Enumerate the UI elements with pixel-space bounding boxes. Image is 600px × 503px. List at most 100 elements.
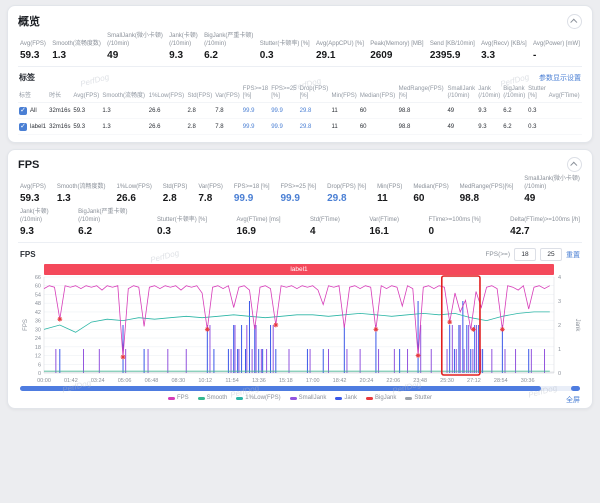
fps-chart: label1 061218243036424854606601234FPSJan… — [20, 264, 580, 385]
metric-fps-ge-18: FPS>=18 [%]99.9 — [234, 176, 270, 204]
row-checkbox[interactable]: ✓ — [19, 107, 27, 115]
svg-text:66: 66 — [35, 275, 41, 281]
svg-text:30: 30 — [35, 328, 41, 334]
labels-table-wrap: 标签时长Avg(FPS)Smooth(流畅度)1%Low(FPS)Std(FPS… — [18, 84, 582, 135]
table-cell: 0.3 — [527, 119, 547, 135]
svg-text:42: 42 — [35, 310, 41, 316]
metric-value: 9.3 — [20, 226, 49, 237]
metric-delta-ftime: Delta(FTime)>=100ms [/h]42.7 — [510, 209, 580, 237]
fps-threshold-input-1[interactable] — [514, 248, 536, 261]
metric-avg-recv: Avg(Recv) [KB/s]3.3 — [481, 33, 527, 61]
metric-var-fps: Var(FPS)7.8 — [198, 176, 223, 204]
legend-item-smooth[interactable]: Smooth — [198, 395, 228, 401]
metric-peak-memory: Peak(Memory) [MB]2609 — [370, 33, 423, 61]
metric-label: Avg(FPS) — [20, 176, 46, 191]
legend-marker-icon — [198, 397, 205, 400]
metric-label: BigJank(严重卡顿) (/10min) — [204, 33, 253, 48]
labels-table: 标签时长Avg(FPS)Smooth(流畅度)1%Low(FPS)Std(FPS… — [18, 84, 582, 135]
legend-marker-icon — [290, 397, 297, 400]
chart-footer: FPS Smooth 1%Low(FPS) SmallJank Jank BigJank S… — [18, 391, 582, 401]
table-header-cell: Min(FPS) — [330, 84, 358, 103]
legend-label: SmallJank — [299, 395, 327, 401]
legend-marker-icon — [168, 397, 175, 400]
table-cell: 2.8 — [187, 119, 215, 135]
reset-button[interactable]: 重置 — [566, 250, 580, 260]
row-checkbox[interactable]: ✓ — [19, 123, 27, 131]
legend-marker-icon — [236, 397, 243, 400]
row-label: label1 — [30, 124, 46, 130]
table-cell: 11 — [330, 103, 358, 119]
metric-label: Avg(FTime) [ms] — [237, 209, 281, 224]
svg-text:18: 18 — [35, 345, 41, 351]
metric-avg-power: Avg(Power) [mW]- — [533, 33, 580, 61]
fps-header: FPS — [18, 155, 582, 175]
table-cell: 32m16s — [48, 119, 72, 135]
fps-collapse-button[interactable] — [567, 157, 582, 172]
table-cell: 32m16s — [48, 103, 72, 119]
table-row: ✓All32m16s59.31.326.62.87.899.999.929.81… — [18, 103, 582, 119]
legend-item-low_fps[interactable]: 1%Low(FPS) — [236, 395, 280, 401]
table-cell: 49 — [446, 103, 477, 119]
table-cell: 99.9 — [270, 119, 298, 135]
divider — [18, 66, 582, 67]
fps-metrics-row1: Avg(FPS)59.3Smooth(流畅度数)1.31%Low(FPS)26.… — [18, 175, 582, 208]
metric-jank: Jank(卡顿) (/10min)9.3 — [20, 209, 49, 237]
table-cell — [548, 119, 582, 135]
table-cell: 2.8 — [187, 103, 215, 119]
svg-text:12: 12 — [35, 354, 41, 360]
metric-label: Smooth(流畅度数) — [57, 176, 106, 191]
fullscreen-link[interactable]: 全屏 — [566, 395, 580, 405]
metric-label: SmallJank(微小卡顿) (/10min) — [524, 176, 580, 191]
metric-value: 42.7 — [510, 226, 580, 237]
svg-text:10:12: 10:12 — [198, 378, 212, 384]
table-header-cell: Drop(FPS) [%] — [299, 84, 331, 103]
fps-chart-canvas[interactable]: 061218243036424854606601234FPSJank00:000… — [20, 264, 584, 385]
table-cell: 0.3 — [527, 103, 547, 119]
metric-ftime-ge-100: FTime>=100ms [%]0 — [429, 209, 481, 237]
svg-text:03:24: 03:24 — [91, 378, 105, 384]
metric-smalljank: SmallJank(微小卡顿) (/10min) 49 — [107, 33, 163, 61]
table-cell: 59.3 — [72, 103, 101, 119]
table-cell: 98.8 — [398, 119, 447, 135]
overview-header: 概览 — [18, 11, 582, 32]
metric-label: Send [KB/10min] — [430, 33, 475, 48]
table-header-cell: 标签 — [18, 84, 48, 103]
table-header-cell: SmallJank (/10min) — [446, 84, 477, 103]
metric-value: 98.8 — [460, 193, 514, 204]
legend-item-bigjank[interactable]: BigJank — [366, 395, 396, 401]
table-header-cell: FPS>=18 [%] — [242, 84, 270, 103]
metric-stutter: Stutter(卡顿率) [%]0.3 — [157, 209, 207, 237]
table-header-cell: Stutter [%] — [527, 84, 547, 103]
legend-label: Jank — [344, 395, 357, 401]
table-cell: 1.3 — [101, 103, 147, 119]
fps-metrics-row2: Jank(卡顿) (/10min)9.3BigJank(严重卡顿) (/10mi… — [18, 208, 582, 241]
table-header-cell: 时长 — [48, 84, 72, 103]
table-header-cell: Jank (/10min) — [477, 84, 502, 103]
metric-label: Avg(AppCPU) [%] — [316, 33, 364, 48]
legend-item-jank[interactable]: Jank — [335, 395, 357, 401]
legend-item-stutter[interactable]: Stutter — [405, 395, 432, 401]
svg-text:13:36: 13:36 — [252, 378, 266, 384]
overview-collapse-button[interactable] — [567, 14, 582, 29]
metric-label: Jank(卡顿) (/10min) — [169, 33, 198, 48]
metric-label: Avg(FPS) — [20, 33, 46, 48]
svg-text:48: 48 — [35, 302, 41, 308]
svg-text:11:54: 11:54 — [225, 378, 238, 384]
legend-item-fps[interactable]: FPS — [168, 395, 189, 401]
fps-card: FPS Avg(FPS)59.3Smooth(流畅度数)1.31%Low(FPS… — [7, 149, 593, 409]
metric-value: 2609 — [370, 50, 423, 61]
table-cell: 29.8 — [299, 103, 331, 119]
metric-value: 49 — [107, 50, 163, 61]
legend-item-smalljank[interactable]: SmallJank — [290, 395, 327, 401]
metric-value: 4 — [310, 226, 340, 237]
metric-bigjank: BigJank(严重卡顿) (/10min)6.2 — [204, 33, 253, 61]
metric-smooth: Smooth(流畅度数)1.3 — [52, 33, 101, 61]
metric-value: 0.3 — [157, 226, 207, 237]
svg-text:6: 6 — [38, 363, 41, 369]
fps-threshold-input-2[interactable] — [540, 248, 562, 261]
metric-value: 1.3 — [52, 50, 101, 61]
display-settings-link[interactable]: 参数显示设置 — [539, 73, 581, 83]
metric-label: SmallJank(微小卡顿) (/10min) — [107, 33, 163, 48]
svg-text:2: 2 — [558, 323, 561, 329]
metric-label: Min(FPS) — [377, 176, 402, 191]
